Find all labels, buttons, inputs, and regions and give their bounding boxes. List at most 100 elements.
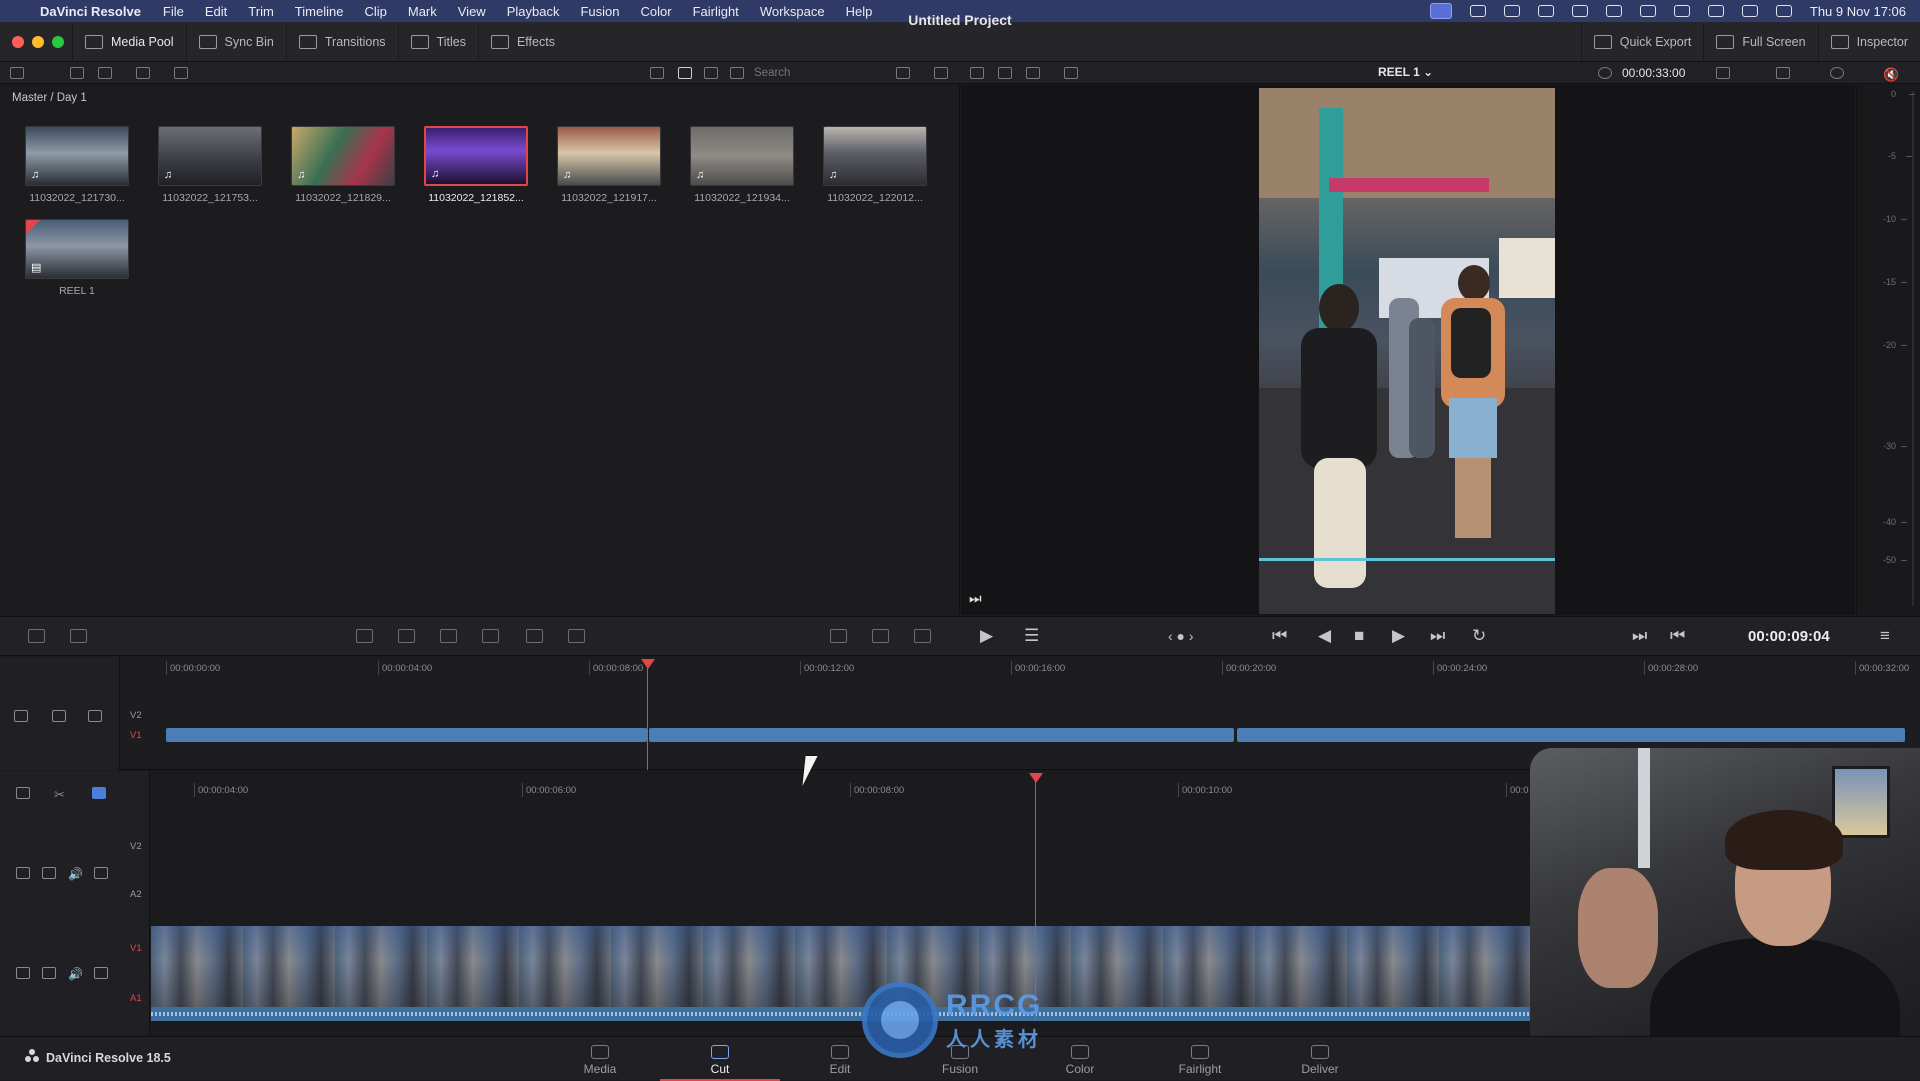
menu-color[interactable]: Color bbox=[640, 4, 671, 19]
page-media[interactable]: Media bbox=[540, 1037, 660, 1081]
menu-playback[interactable]: Playback bbox=[507, 4, 560, 19]
reel-selector[interactable]: REEL 1 ⌄ bbox=[1378, 65, 1433, 79]
track-visibility-icon[interactable] bbox=[94, 867, 108, 879]
cut-source-icon[interactable] bbox=[568, 629, 585, 643]
wifi-icon[interactable] bbox=[1707, 5, 1724, 17]
timeline-clip[interactable] bbox=[649, 728, 1234, 742]
media-clip[interactable]: ♫ 11032022_121829... bbox=[290, 126, 396, 204]
screen-share-icon[interactable] bbox=[1429, 3, 1452, 19]
media-clip[interactable]: ♫ 11032022_121753... bbox=[157, 126, 263, 204]
display-icon[interactable] bbox=[1605, 5, 1622, 17]
playhead-handle[interactable] bbox=[1029, 773, 1043, 783]
previous-edit-button[interactable]: ⏮ bbox=[1670, 627, 1685, 645]
menu-mark[interactable]: Mark bbox=[408, 4, 437, 19]
source-tape-icon[interactable] bbox=[998, 67, 1012, 79]
close-up-icon[interactable] bbox=[440, 629, 457, 643]
quick-export-button[interactable]: Quick Export bbox=[1580, 21, 1704, 62]
import-media-icon[interactable] bbox=[98, 67, 112, 79]
titles-button[interactable]: Titles bbox=[397, 21, 478, 62]
place-on-top-icon[interactable] bbox=[482, 629, 499, 643]
screen-icon[interactable] bbox=[872, 629, 889, 643]
jump-to-end-icon[interactable]: ⏭ bbox=[969, 590, 982, 607]
fast-review-icon[interactable]: ▶ bbox=[980, 627, 993, 645]
smart-insert-icon[interactable] bbox=[70, 629, 87, 643]
effects-button[interactable]: Effects bbox=[477, 21, 567, 62]
control-center-icon[interactable] bbox=[1775, 5, 1792, 17]
insert-clip-icon[interactable] bbox=[28, 629, 45, 643]
timeline-clip[interactable] bbox=[166, 728, 647, 742]
speaker-icon[interactable]: 🔊 bbox=[68, 867, 83, 881]
page-deliver[interactable]: Deliver bbox=[1260, 1037, 1380, 1081]
page-fairlight[interactable]: Fairlight bbox=[1140, 1037, 1260, 1081]
panel-layout-icon[interactable] bbox=[10, 67, 24, 79]
app-menu[interactable]: DaVinci Resolve bbox=[40, 4, 141, 19]
track-lock-icon[interactable] bbox=[42, 867, 56, 879]
sync-icon[interactable] bbox=[1503, 5, 1520, 17]
battery-icon[interactable] bbox=[1673, 5, 1690, 17]
safe-area-icon[interactable] bbox=[970, 67, 984, 79]
track-audio-icon[interactable] bbox=[52, 710, 66, 722]
menu-help[interactable]: Help bbox=[846, 4, 873, 19]
menu-clip[interactable]: Clip bbox=[364, 4, 386, 19]
clock[interactable]: Thu 9 Nov 17:06 bbox=[1810, 4, 1906, 19]
playhead[interactable] bbox=[647, 663, 648, 770]
metadata-view-icon[interactable] bbox=[704, 67, 718, 79]
minimize-window-button[interactable] bbox=[32, 35, 44, 48]
track-lock-icon[interactable] bbox=[88, 710, 102, 722]
play-button[interactable]: ▶ bbox=[1392, 627, 1405, 645]
go-to-end-button[interactable]: ⏭ bbox=[1430, 627, 1445, 645]
new-bin-icon[interactable] bbox=[70, 67, 84, 79]
close-window-button[interactable] bbox=[12, 35, 24, 48]
ripple-overwrite-icon[interactable] bbox=[398, 629, 415, 643]
loop-button[interactable]: ↻ bbox=[1472, 627, 1486, 645]
menu-timeline[interactable]: Timeline bbox=[295, 4, 344, 19]
full-screen-button[interactable]: Full Screen bbox=[1703, 21, 1817, 62]
stop-button[interactable]: ■ bbox=[1354, 627, 1364, 645]
media-clip[interactable]: ♫ 11032022_121934... bbox=[689, 126, 795, 204]
media-clip-selected[interactable]: ♫ 11032022_121852... bbox=[423, 126, 529, 204]
sort-icon[interactable] bbox=[896, 67, 910, 79]
menu-fusion[interactable]: Fusion bbox=[580, 4, 619, 19]
scissors-icon[interactable]: ✂ bbox=[54, 787, 68, 802]
transitions-button[interactable]: Transitions bbox=[285, 21, 398, 62]
inspector-button[interactable]: Inspector bbox=[1817, 21, 1920, 62]
menu-edit[interactable]: Edit bbox=[205, 4, 227, 19]
audio-monitor-icon[interactable] bbox=[1716, 67, 1730, 79]
playhead-handle[interactable] bbox=[641, 659, 655, 669]
cursor-status-icon[interactable] bbox=[1537, 5, 1554, 17]
go-to-start-button[interactable]: ⏮ bbox=[1272, 627, 1287, 645]
track-lock-icon[interactable] bbox=[42, 967, 56, 979]
append-icon[interactable] bbox=[356, 629, 373, 643]
sync-bin-button[interactable]: Sync Bin bbox=[185, 21, 286, 62]
strip-view-icon[interactable] bbox=[650, 67, 664, 79]
zoom-window-button[interactable] bbox=[52, 35, 64, 48]
menu-fairlight[interactable]: Fairlight bbox=[693, 4, 739, 19]
timeline-view-icon[interactable] bbox=[1026, 67, 1040, 79]
camera-icon[interactable] bbox=[1469, 5, 1486, 17]
media-pool-button[interactable]: Media Pool bbox=[72, 21, 186, 62]
menu-trim[interactable]: Trim bbox=[248, 4, 274, 19]
menu-file[interactable]: File bbox=[163, 4, 184, 19]
speaker-icon[interactable]: 🔊 bbox=[68, 967, 83, 981]
trim-icon[interactable] bbox=[830, 629, 847, 643]
spotlight-search-icon[interactable] bbox=[1741, 5, 1758, 17]
timeline-view-options-icon[interactable] bbox=[16, 787, 30, 799]
next-edit-button[interactable]: ⏭ bbox=[1632, 627, 1647, 645]
media-clip[interactable]: ♫ 11032022_122012... bbox=[822, 126, 928, 204]
viewer-options-icon[interactable] bbox=[1064, 67, 1078, 79]
bin-breadcrumb[interactable]: Master / Day 1 bbox=[12, 92, 87, 104]
play-reverse-button[interactable]: ◀ bbox=[1318, 627, 1331, 645]
link-icon[interactable] bbox=[136, 67, 150, 79]
unlink-icon[interactable] bbox=[174, 67, 188, 79]
menu-view[interactable]: View bbox=[458, 4, 486, 19]
media-clip[interactable]: ♫ 11032022_121917... bbox=[556, 126, 662, 204]
timeline-clip[interactable] bbox=[1237, 728, 1905, 742]
video-preview[interactable] bbox=[1259, 88, 1555, 614]
track-visibility-icon[interactable] bbox=[94, 967, 108, 979]
adjust-icon[interactable]: ☰ bbox=[1024, 627, 1039, 645]
waveform-icon[interactable] bbox=[914, 629, 931, 643]
media-search-input[interactable] bbox=[754, 64, 884, 82]
page-cut[interactable]: Cut bbox=[660, 1037, 780, 1081]
jog-control-icon[interactable]: ‹ ● › bbox=[1168, 627, 1194, 645]
source-overwrite-icon[interactable] bbox=[526, 629, 543, 643]
